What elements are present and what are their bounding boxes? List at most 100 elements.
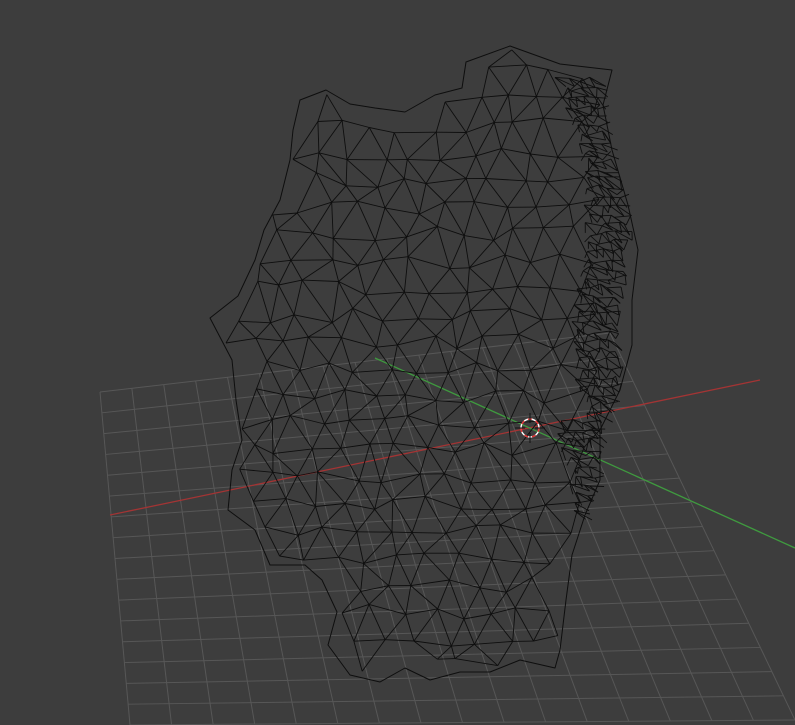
viewport-canvas[interactable] bbox=[0, 0, 795, 725]
mesh-edge bbox=[470, 308, 510, 312]
mesh-edge bbox=[547, 181, 570, 206]
mesh-edge bbox=[425, 177, 467, 185]
mesh-edge bbox=[428, 268, 451, 294]
mesh-edge bbox=[580, 134, 583, 142]
mesh-edge bbox=[396, 552, 424, 556]
mesh-edge bbox=[385, 639, 414, 642]
mesh-edge bbox=[272, 472, 287, 499]
mesh-edge bbox=[481, 67, 490, 98]
mesh-edge bbox=[597, 115, 609, 123]
mesh-edge bbox=[610, 378, 614, 387]
mesh-edge bbox=[419, 447, 429, 475]
mesh-edge bbox=[586, 396, 589, 403]
mesh-edge bbox=[597, 297, 614, 299]
mesh-edge bbox=[447, 348, 458, 373]
mesh-edge bbox=[492, 254, 506, 290]
mesh-edge bbox=[316, 172, 347, 187]
grid-line bbox=[450, 351, 588, 722]
mesh-edge bbox=[374, 240, 384, 260]
mesh-edge bbox=[238, 320, 257, 339]
mesh-edge bbox=[455, 442, 485, 453]
mesh-edge bbox=[352, 369, 393, 373]
mesh-edge bbox=[473, 201, 495, 241]
mesh-edge bbox=[437, 579, 450, 610]
mesh-edge bbox=[579, 357, 589, 369]
mesh-edge bbox=[541, 287, 551, 320]
floor-grid bbox=[99, 332, 795, 725]
mesh-edge bbox=[435, 319, 453, 337]
mesh-edge bbox=[317, 121, 320, 153]
mesh-edge bbox=[579, 143, 598, 151]
mesh-edge bbox=[392, 415, 409, 444]
mesh-edge bbox=[495, 390, 524, 392]
mesh-edge bbox=[403, 256, 409, 293]
mesh-edge bbox=[256, 388, 284, 395]
mesh-edge bbox=[391, 499, 394, 533]
mesh-edge bbox=[405, 614, 415, 642]
mesh-edge bbox=[357, 186, 379, 202]
mesh-edge bbox=[505, 562, 525, 593]
mesh-edge bbox=[369, 127, 395, 134]
mesh-edge bbox=[312, 447, 341, 450]
mesh-edge bbox=[543, 364, 562, 404]
mesh-edge bbox=[485, 148, 502, 179]
mesh-edge bbox=[331, 281, 340, 323]
mesh-edge bbox=[297, 506, 316, 536]
mesh-edge bbox=[296, 212, 313, 234]
mesh-edge bbox=[607, 205, 611, 213]
mesh-edge bbox=[601, 142, 611, 145]
mesh-edge bbox=[392, 499, 413, 533]
mesh-edge bbox=[303, 556, 339, 561]
mesh-edge bbox=[383, 259, 405, 293]
mesh-edge bbox=[393, 132, 408, 160]
mesh-edge bbox=[508, 94, 537, 98]
mesh-edge bbox=[276, 229, 292, 261]
mesh-edge bbox=[315, 152, 320, 173]
mesh-edge bbox=[475, 509, 493, 526]
mesh-edge bbox=[225, 320, 240, 344]
mesh-edge bbox=[270, 284, 280, 323]
mesh-edge bbox=[547, 157, 559, 183]
mesh-edge bbox=[279, 534, 299, 557]
mesh-edge bbox=[544, 481, 571, 506]
mesh-edge bbox=[290, 260, 303, 281]
mesh-edge bbox=[349, 418, 385, 421]
3d-viewport[interactable] bbox=[0, 0, 795, 725]
wireframe-head-mesh[interactable] bbox=[209, 45, 639, 683]
mesh-edge bbox=[488, 64, 527, 68]
mesh-edge bbox=[584, 235, 591, 243]
mesh-edge bbox=[437, 608, 452, 647]
mesh-edge bbox=[411, 496, 426, 533]
mesh-edge bbox=[510, 479, 536, 484]
mesh-edge bbox=[365, 259, 384, 296]
mesh-edge bbox=[427, 424, 439, 448]
mesh-edge bbox=[602, 154, 608, 161]
mesh-edge bbox=[493, 240, 506, 256]
mesh-edge bbox=[449, 579, 481, 589]
mesh-edge bbox=[315, 506, 323, 528]
mesh-edge bbox=[403, 178, 420, 215]
mesh-edge bbox=[606, 286, 622, 289]
mesh-edge bbox=[406, 131, 437, 160]
mesh-edge bbox=[391, 531, 413, 534]
mesh-edge bbox=[260, 259, 291, 265]
mesh-edge bbox=[616, 189, 624, 195]
mesh-edge bbox=[424, 496, 447, 534]
mesh-edge bbox=[534, 482, 546, 506]
mesh-edge bbox=[526, 64, 548, 70]
mesh-edge bbox=[607, 215, 612, 226]
mesh-edge bbox=[525, 180, 537, 208]
mesh-edge bbox=[601, 233, 611, 244]
mesh-edge bbox=[449, 268, 468, 294]
mesh-edge bbox=[292, 158, 317, 173]
mesh-edge bbox=[423, 552, 450, 581]
mesh-edge bbox=[547, 176, 584, 183]
mesh-edge bbox=[419, 473, 426, 497]
mesh-edge bbox=[517, 334, 532, 371]
mesh-edge bbox=[255, 338, 268, 362]
mesh-edge bbox=[568, 204, 574, 227]
mesh-edge bbox=[369, 443, 382, 483]
mesh-edge bbox=[583, 177, 600, 200]
mesh-edge bbox=[411, 532, 425, 554]
mesh-edge bbox=[535, 181, 549, 208]
